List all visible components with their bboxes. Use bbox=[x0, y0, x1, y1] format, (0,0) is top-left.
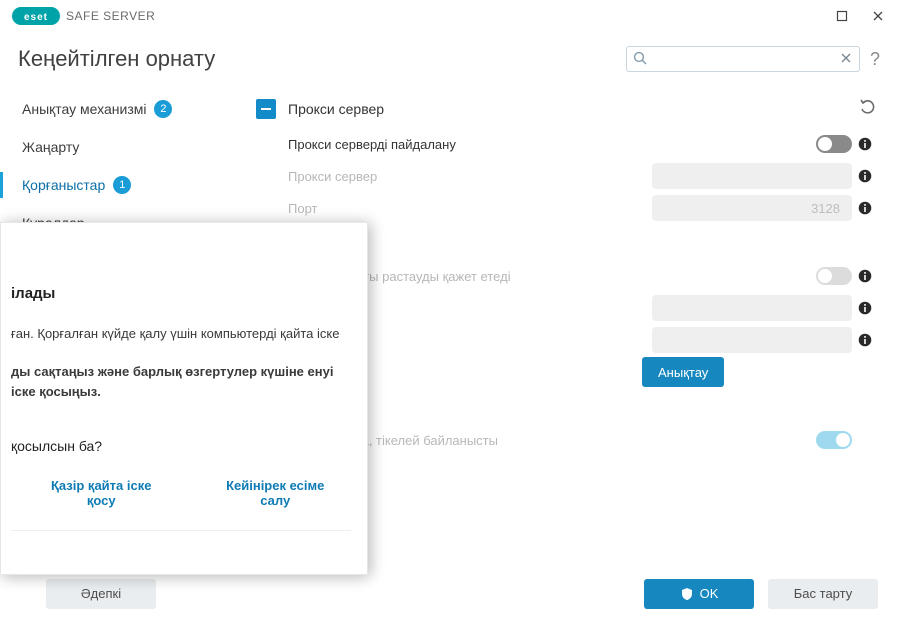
product-name: SAFE SERVER bbox=[66, 9, 155, 23]
section-title: Прокси сервер bbox=[288, 101, 846, 117]
section-header: Прокси сервер bbox=[256, 90, 878, 128]
window-close-icon[interactable] bbox=[860, 2, 896, 30]
label-port: Порт bbox=[288, 201, 642, 216]
top-strip: Кеңейтілген орнату ? bbox=[0, 32, 900, 86]
svg-text:eset: eset bbox=[24, 12, 48, 23]
ok-button[interactable]: OK bbox=[644, 579, 754, 609]
detect-button[interactable]: Анықтау bbox=[642, 357, 724, 387]
toggle-use-proxy[interactable] bbox=[816, 135, 852, 153]
search-icon bbox=[632, 50, 648, 71]
label-proxy-server: Прокси сервер bbox=[288, 169, 642, 184]
restart-dialog: ілады ған. Қорғалған күйде қалу үшін ком… bbox=[0, 222, 368, 575]
dialog-text-2: ды сақтаңыз және барлық өзгертулер күшін… bbox=[11, 362, 351, 382]
input-port bbox=[652, 195, 852, 221]
remind-later-button[interactable]: Кейінірек есіме салу bbox=[199, 478, 351, 508]
search-clear-icon[interactable] bbox=[838, 50, 854, 71]
search-box bbox=[626, 46, 860, 72]
sidebar-item-label: Қорғаныстар bbox=[22, 177, 105, 193]
shield-icon bbox=[680, 587, 694, 601]
label-use-proxy: Прокси серверді пайдалану bbox=[288, 137, 642, 152]
brand: eset SAFE SERVER bbox=[12, 7, 155, 25]
info-icon[interactable] bbox=[852, 168, 878, 184]
input-password bbox=[652, 327, 852, 353]
row-use-proxy: Прокси серверді пайдалану bbox=[256, 128, 878, 160]
ok-button-label: OK bbox=[700, 586, 719, 601]
window-controls bbox=[824, 2, 896, 30]
titlebar: eset SAFE SERVER bbox=[0, 0, 900, 32]
info-icon[interactable] bbox=[852, 136, 878, 152]
sidebar-item-protections[interactable]: Қорғаныстар 1 bbox=[0, 166, 248, 204]
badge: 1 bbox=[113, 176, 131, 194]
undo-icon[interactable] bbox=[858, 97, 878, 122]
row-port: Порт bbox=[256, 192, 878, 224]
toggle-fallback-direct bbox=[816, 431, 852, 449]
collapse-icon[interactable] bbox=[256, 99, 276, 119]
search-input[interactable] bbox=[626, 46, 860, 72]
help-icon[interactable]: ? bbox=[870, 49, 880, 70]
sidebar-item-update[interactable]: Жаңарту bbox=[0, 128, 248, 166]
info-icon[interactable] bbox=[852, 200, 878, 216]
dialog-text-1: ған. Қорғалған күйде қалу үшін компьютер… bbox=[11, 324, 351, 344]
row-proxy-server: Прокси сервер bbox=[256, 160, 878, 192]
cancel-button[interactable]: Бас тарту bbox=[768, 579, 878, 609]
dialog-footer bbox=[11, 530, 351, 558]
dialog-text-3: іске қосыңыз. bbox=[11, 382, 351, 402]
sidebar-item-label: Жаңарту bbox=[22, 139, 79, 155]
input-proxy-server bbox=[652, 163, 852, 189]
dialog-prompt: қосылсын ба? bbox=[11, 438, 351, 454]
dialog-title: ілады bbox=[11, 285, 351, 302]
info-icon[interactable] bbox=[852, 300, 878, 316]
input-username bbox=[652, 295, 852, 321]
toggle-auth-required bbox=[816, 267, 852, 285]
sidebar-item-detection-engine[interactable]: Анықтау механизмі 2 bbox=[0, 90, 248, 128]
badge: 2 bbox=[154, 100, 172, 118]
page-title: Кеңейтілген орнату bbox=[18, 46, 215, 72]
brand-logo: eset bbox=[12, 7, 60, 25]
default-button[interactable]: Әдепкі bbox=[46, 579, 156, 609]
window-maximize-icon[interactable] bbox=[824, 2, 860, 30]
info-icon[interactable] bbox=[852, 332, 878, 348]
restart-now-button[interactable]: Қазір қайта іске қосу bbox=[25, 478, 177, 508]
sidebar-item-label: Анықтау механизмі bbox=[22, 101, 146, 117]
info-icon[interactable] bbox=[852, 268, 878, 284]
